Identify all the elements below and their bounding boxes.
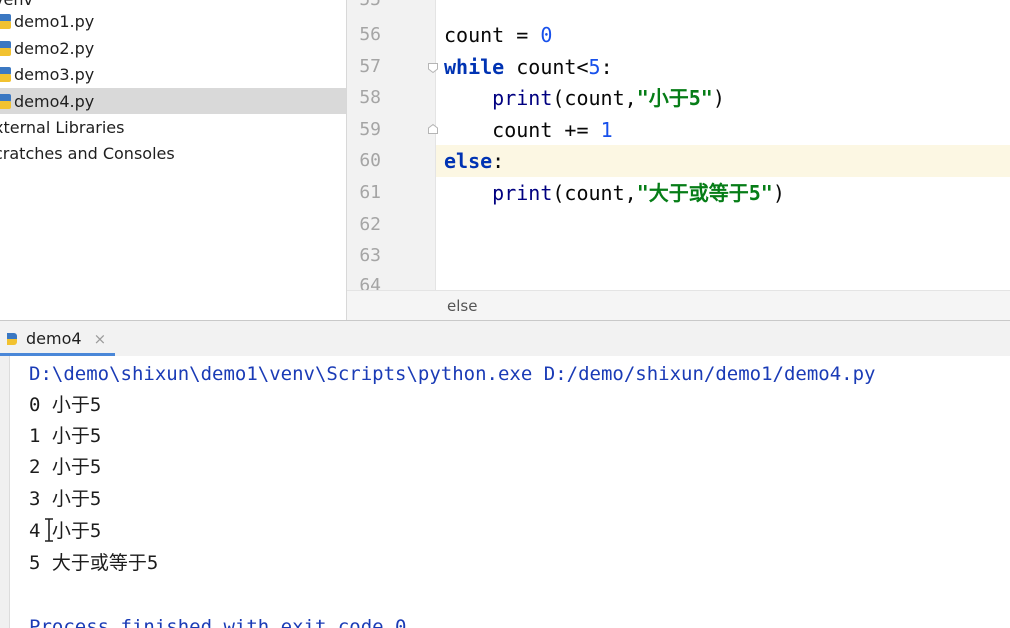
tree-item-label: cratches and Consoles [0,143,175,163]
python-file-icon [0,93,11,109]
identifier: count [444,23,505,47]
python-file-icon [0,13,11,29]
tab-demo4[interactable]: demo4 × [0,321,115,356]
tree-item-label: demo4.py [14,91,95,111]
tree-item-demo2[interactable]: demo2.py [0,35,346,61]
line-number: 56 [359,24,381,45]
code-text: : [600,55,613,79]
line-number: 57 [359,56,381,77]
console-exit-message: Process finished with exit code 0 [29,616,407,628]
run-console[interactable]: D:\demo\shixun\demo1\venv\Scripts\python… [0,356,1010,628]
operator: = [504,23,541,47]
code-text: (count, [552,86,637,110]
keyword: else [444,149,493,173]
line-number: 58 [359,87,381,108]
python-file-icon [0,40,11,56]
fold-start-icon[interactable] [427,62,439,74]
line-number-gutter: 55 56 57 58 59 60 61 62 63 64 [347,0,439,296]
python-file-icon [0,66,11,82]
code-text: (count, [552,181,637,205]
code-line: print(count,"小于5") [444,82,725,114]
code-line: count = 0 [444,19,552,51]
console-toolbar-strip [0,356,10,628]
keyword: while [444,55,505,79]
builtin-function: print [492,181,553,205]
console-command-line: D:\demo\shixun\demo1\venv\Scripts\python… [29,363,876,385]
console-output-line: 5 大于或等于5 [29,552,159,574]
console-output-line: 2 小于5 [29,456,102,478]
breadcrumb: else [347,290,1010,320]
console-output-line: 3 小于5 [29,488,102,510]
run-tab-bar: demo4 × [0,320,1010,356]
fold-end-icon[interactable] [427,123,439,135]
tree-item-demo3[interactable]: demo3.py [0,61,346,87]
number-literal: 0 [540,23,553,47]
tab-label: demo4 [26,329,82,348]
console-output-line: 1 小于5 [29,425,102,447]
number-literal: 5 [588,55,601,79]
line-number: 59 [359,119,381,140]
tree-item-label: demo3.py [14,64,95,84]
text-cursor-icon [45,518,53,542]
code-text: ) [712,86,725,110]
console-output-line: 0 小于5 [29,394,102,416]
console-output-line: 4 小于5 [29,520,102,542]
code-line: print(count,"大于或等于5") [444,177,785,209]
code-line: while count<5: [444,51,613,83]
code-text: count< [504,55,589,79]
string-literal: "小于5" [636,86,713,110]
line-number: 55 [347,0,381,16]
tree-item-label: xternal Libraries [0,117,125,137]
close-icon[interactable]: × [94,330,107,348]
identifier: count [492,118,553,142]
python-run-icon [7,332,17,345]
code-text: ) [772,181,785,205]
code-editor[interactable]: 55 56 57 58 59 60 61 62 63 64 count = 0 … [347,0,1010,320]
tree-item-scratches-and-consoles[interactable]: cratches and Consoles [0,140,346,166]
tree-item-external-libraries[interactable]: xternal Libraries [0,114,346,140]
tree-item-demo4[interactable]: demo4.py [0,88,346,114]
builtin-function: print [492,86,553,110]
line-number: 60 [359,150,381,171]
string-literal: "大于或等于5" [636,181,773,205]
project-tree-panel: venv demo1.py demo2.py demo3.py demo4.py… [0,0,347,320]
line-number: 63 [359,245,381,266]
breadcrumb-item[interactable]: else [447,297,477,315]
code-line: else: [444,145,504,177]
tree-item-label: demo1.py [14,11,95,31]
number-literal: 1 [600,118,613,142]
operator: += [552,118,601,142]
line-number: 61 [359,182,381,203]
line-number: 62 [359,214,381,235]
code-line: count += 1 [444,114,613,146]
tree-item-label: demo2.py [14,38,95,58]
code-text: : [492,149,505,173]
tree-item-demo1[interactable]: demo1.py [0,8,346,34]
